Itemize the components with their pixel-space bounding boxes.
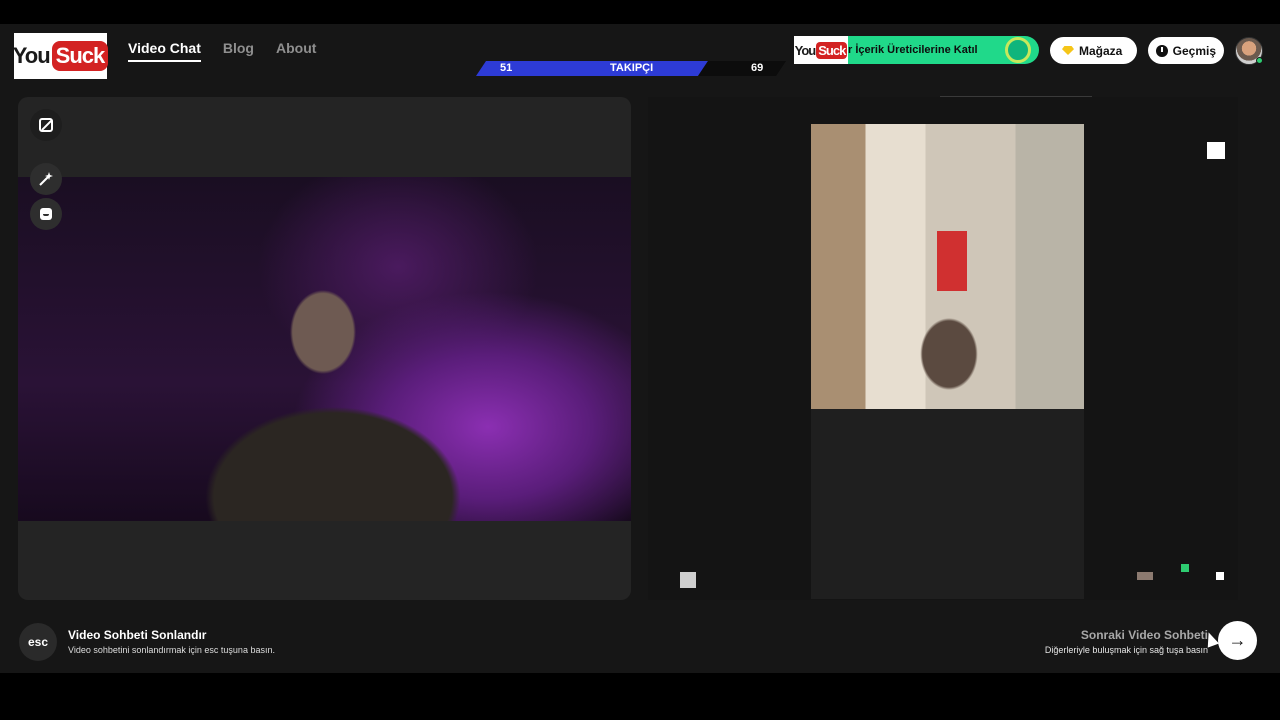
- follower-left-count: 51: [500, 62, 513, 74]
- app-window: You Suck Video Chat Blog About 51 TAKIPÇ…: [0, 24, 1280, 673]
- self-video-panel: [18, 97, 631, 600]
- stranger-overlay-icon: [1207, 142, 1225, 159]
- shop-label: Mağaza: [1079, 43, 1123, 58]
- self-camera-feed: [18, 177, 631, 521]
- stranger-overlay-icon: [680, 572, 696, 588]
- follower-bar: 51 TAKIPÇI 69: [476, 61, 786, 76]
- banner-logo: You Suck: [794, 36, 848, 64]
- effects-button[interactable]: [30, 163, 62, 195]
- end-chat-title: Video Sohbeti Sonlandır: [68, 628, 207, 642]
- creator-badge-icon: [1005, 37, 1031, 63]
- history-label: Geçmiş: [1172, 43, 1216, 58]
- arrow-right-icon: →: [1228, 630, 1247, 650]
- stranger-overlay-icon: [1137, 572, 1153, 580]
- end-chat-button[interactable]: esc: [19, 623, 57, 661]
- nav-blog[interactable]: Blog: [223, 40, 254, 62]
- online-status-icon: [1256, 57, 1263, 64]
- diamond-icon: [1062, 46, 1074, 55]
- follower-label: TAKIPÇI: [610, 62, 654, 74]
- stranger-divider: [940, 96, 1092, 97]
- banner-logo-you: You: [794, 42, 817, 58]
- stranger-overlay-icon: [1216, 572, 1224, 580]
- face-filter-button[interactable]: [30, 198, 62, 230]
- banner-text: r İçerik Üreticilerine Katıl: [848, 44, 978, 56]
- clock-icon: [1156, 44, 1168, 57]
- follower-bar-end: [698, 61, 786, 76]
- history-button[interactable]: Geçmiş: [1148, 37, 1224, 64]
- expand-icon: [39, 118, 53, 132]
- shop-button[interactable]: Mağaza: [1050, 37, 1137, 64]
- nav-video-chat[interactable]: Video Chat: [128, 40, 201, 62]
- stranger-feed-detail: [937, 231, 967, 291]
- next-chat-button[interactable]: →: [1218, 621, 1257, 660]
- nav-about[interactable]: About: [276, 40, 316, 62]
- creator-banner[interactable]: You Suck r İçerik Üreticilerine Katıl: [794, 36, 1039, 64]
- logo-text-suck: Suck: [51, 41, 109, 71]
- expand-button[interactable]: [30, 109, 62, 141]
- next-chat-subtitle: Diğerleriyle buluşmak için sağ tuşa bası…: [1044, 645, 1208, 655]
- main-nav: Video Chat Blog About: [128, 40, 316, 62]
- stranger-camera-feed: [811, 124, 1084, 599]
- next-chat-title: Sonraki Video Sohbeti: [1080, 628, 1208, 642]
- end-chat-subtitle: Video sohbetini sonlandırmak için esc tu…: [68, 645, 275, 655]
- magic-wand-icon: [39, 172, 53, 186]
- follower-right-count: 69: [751, 62, 764, 74]
- yousuck-logo[interactable]: You Suck: [12, 33, 109, 79]
- logo-text-you: You: [12, 43, 51, 68]
- face-icon: [40, 208, 52, 220]
- banner-logo-suck: Suck: [816, 41, 848, 59]
- stranger-status-icon: [1181, 564, 1189, 572]
